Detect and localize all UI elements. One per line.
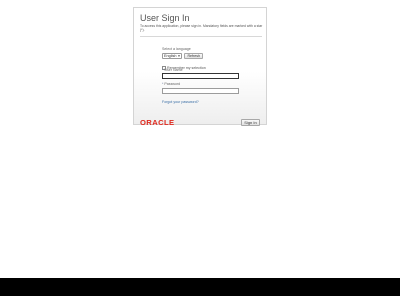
language-row: English ▼ Refresh [162, 53, 204, 59]
intro-text: To access this application, please sign … [140, 24, 263, 32]
username-label-text: User Name [164, 68, 183, 72]
chevron-down-icon: ▼ [177, 54, 181, 58]
password-field[interactable] [162, 88, 239, 94]
language-value: English [164, 54, 177, 58]
page-title: User Sign In [140, 13, 190, 23]
language-select[interactable]: English ▼ [162, 53, 183, 59]
language-label: Select a language [162, 47, 191, 51]
username-label: *User Name [162, 68, 183, 72]
taskbar [0, 278, 400, 296]
username-field[interactable] [162, 73, 239, 79]
password-label: *Password [162, 82, 180, 86]
password-label-text: Password [164, 82, 181, 86]
forgot-password-link[interactable]: Forgot your password? [162, 100, 199, 104]
divider [140, 36, 262, 37]
oracle-logo: ORACLE [140, 118, 175, 127]
sign-in-button[interactable]: Sign In [241, 119, 260, 126]
refresh-button[interactable]: Refresh [184, 53, 204, 59]
sign-in-panel: User Sign In To access this application,… [133, 7, 267, 127]
